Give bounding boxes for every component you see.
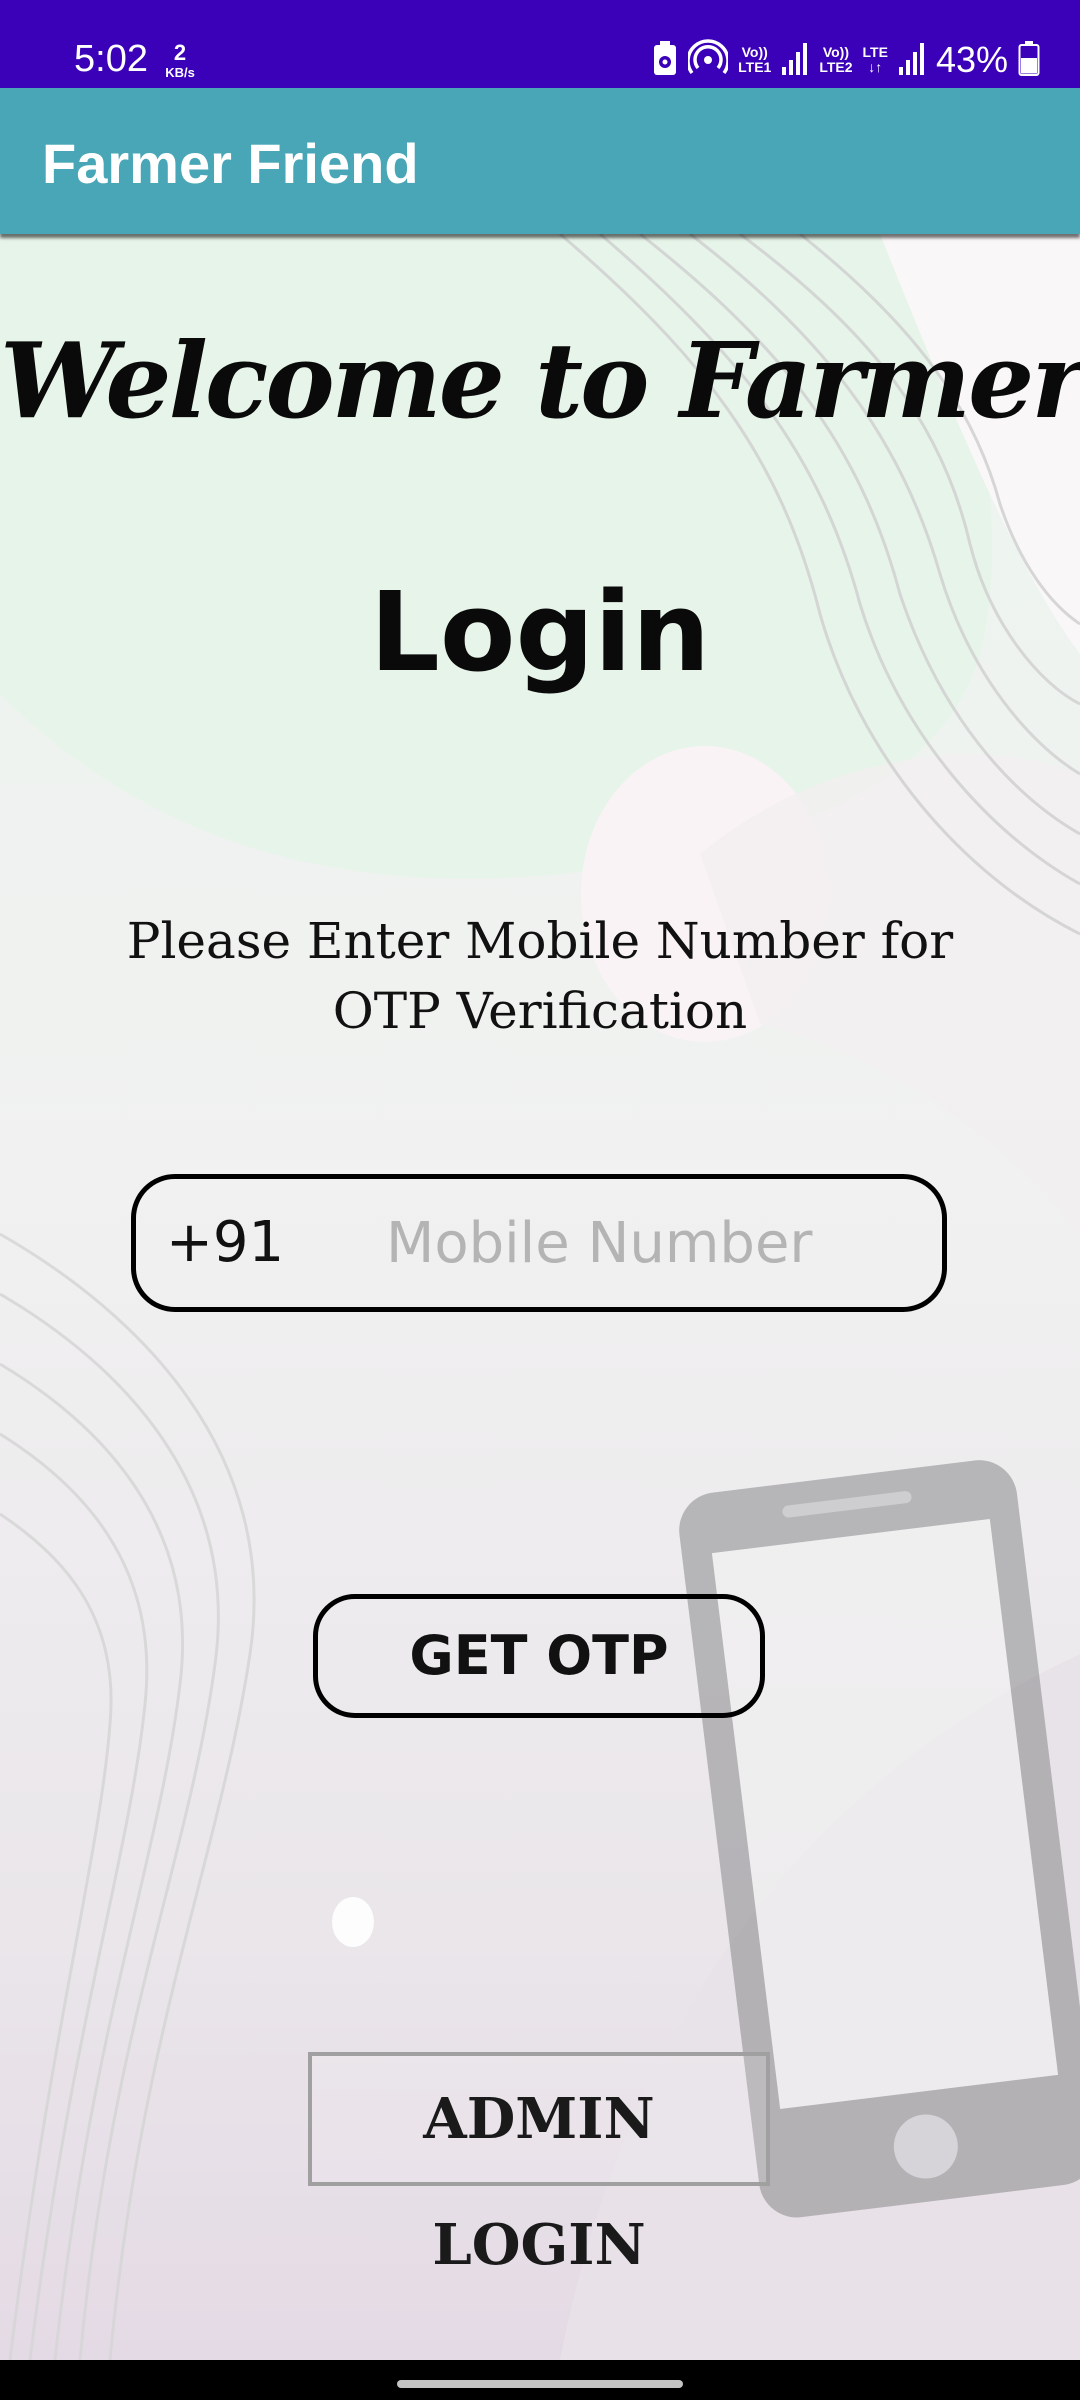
sim1-lte-label: LTE1 <box>738 59 772 75</box>
status-time: 5:02 <box>74 38 148 80</box>
signal-icon <box>781 41 809 80</box>
network-speed-value: 2 <box>173 40 187 65</box>
welcome-heading: Welcome to Farmer Friend <box>0 319 1080 442</box>
sim2-label: Vo)) LTE2 <box>819 45 852 75</box>
sim1-volte-label: Vo)) <box>741 44 768 60</box>
network-speed-unit: KB/s <box>165 65 195 80</box>
app-bar: Farmer Friend <box>0 88 1080 234</box>
mobile-number-field[interactable]: +91 <box>131 1174 947 1312</box>
data-type-label: LTE <box>862 44 888 60</box>
otp-instruction-text: Please Enter Mobile Number for OTP Verif… <box>126 912 954 1040</box>
status-icons: Vo)) LTE1 Vo)) LTE2 LTE ↓↑ 43% <box>652 36 1040 84</box>
mobile-number-input[interactable] <box>386 1197 906 1289</box>
battery-percent: 43% <box>935 39 1008 80</box>
login-heading: Login <box>369 568 711 696</box>
login-screen: Welcome to Farmer Friend Login Please En… <box>0 234 1080 2360</box>
network-speed: 2 KB/s <box>162 40 198 80</box>
battery-icon <box>1018 40 1040 81</box>
home-indicator[interactable] <box>397 2380 683 2388</box>
admin-login-button[interactable]: ADMIN LOGIN <box>308 2052 770 2278</box>
signal-icon <box>898 41 926 80</box>
navigation-bar <box>0 2360 1080 2400</box>
country-code-label: +91 <box>166 1210 285 1275</box>
get-otp-button[interactable]: GET OTP <box>313 1594 765 1718</box>
sim1-label: Vo)) LTE1 <box>738 45 771 75</box>
battery-saver-icon <box>652 40 678 81</box>
sim2-lte-label: LTE2 <box>819 59 853 75</box>
status-bar: 5:02 2 KB/s Vo)) LTE1 Vo)) LTE2 LTE ↓↑ 4… <box>0 0 1080 88</box>
hotspot-icon <box>686 38 730 83</box>
sim2-volte-label: Vo)) <box>822 44 850 60</box>
data-arrows-icon: ↓↑ <box>868 59 883 75</box>
mobile-data-label: LTE ↓↑ <box>863 45 888 75</box>
app-title: Farmer Friend <box>42 132 419 195</box>
